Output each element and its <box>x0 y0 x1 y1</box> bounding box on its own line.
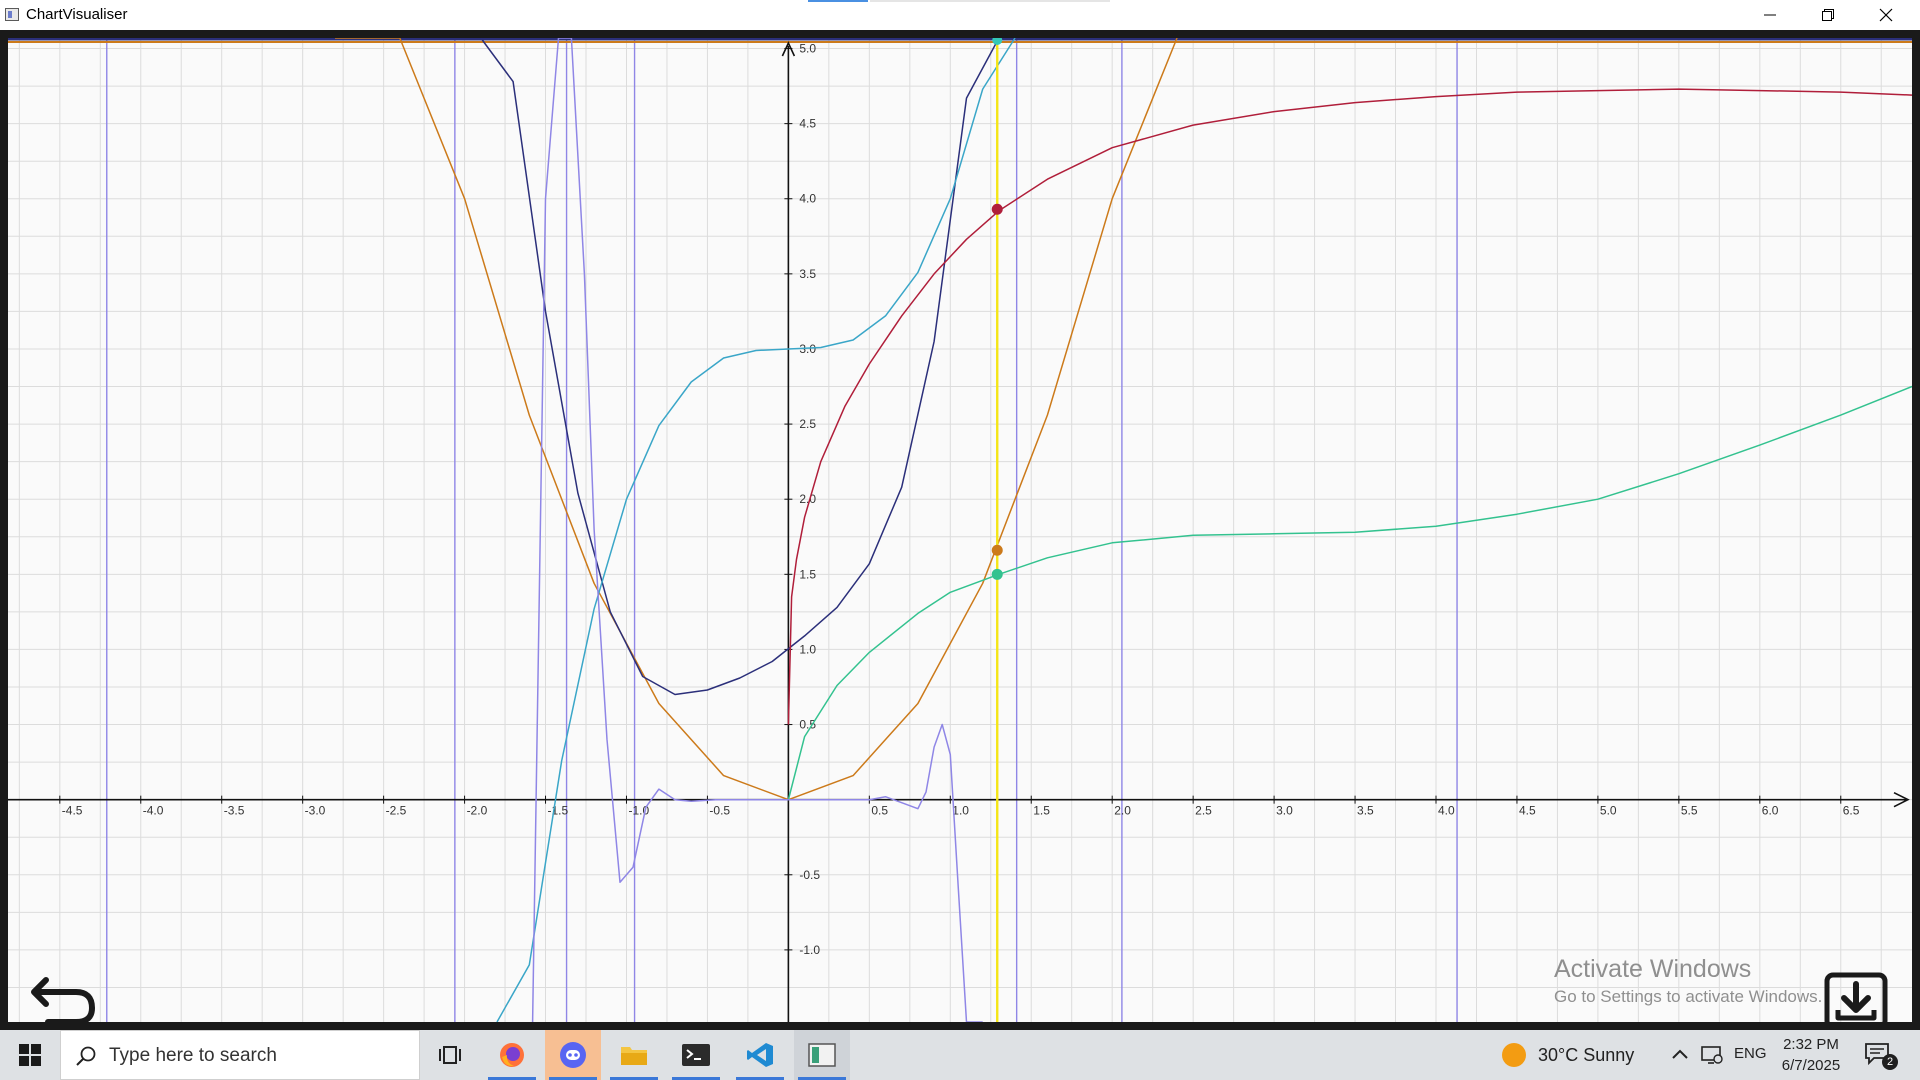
x-tick-label: 2.5 <box>1195 804 1212 818</box>
app-icon <box>5 8 19 21</box>
x-tick-label: 0.5 <box>871 804 888 818</box>
x-tick-label: -3.5 <box>224 804 245 818</box>
function-plot[interactable]: -4.5 -4.0 -3.5 -3.0 -2.5 -2.0 -1.5 -1.0 -0.5 0.5 1… <box>0 30 1920 1030</box>
y-tick-label: 5.0 <box>799 42 816 56</box>
x-tick-label: 1.0 <box>952 804 969 818</box>
x-tick-label: -4.0 <box>143 804 164 818</box>
firefox-icon <box>500 1043 524 1067</box>
window-title: ChartVisualiser <box>26 6 128 23</box>
download-button[interactable] <box>1824 972 1888 1030</box>
activation-watermark: Activate Windows Go to Settings to activ… <box>1554 954 1822 1008</box>
cursor-point[interactable] <box>991 203 1003 215</box>
minimize-button[interactable] <box>1741 0 1799 30</box>
x-tick-label: -3.0 <box>305 804 326 818</box>
x-tick-label: -0.5 <box>709 804 730 818</box>
search-icon <box>76 1046 96 1066</box>
y-tick-label: 0.5 <box>799 718 816 732</box>
y-tick-label: 2.5 <box>799 417 816 431</box>
close-icon <box>1879 8 1893 22</box>
taskbar-app-terminal[interactable] <box>668 1030 724 1080</box>
y-tick-label: 4.0 <box>799 192 816 206</box>
x-tick-label: 4.5 <box>1519 804 1536 818</box>
taskbar-app-file-explorer[interactable] <box>606 1030 662 1080</box>
windows-logo-icon <box>19 1044 41 1066</box>
discord-icon <box>560 1042 586 1068</box>
cursor-point[interactable] <box>991 568 1003 580</box>
x-tick-label: -2.5 <box>386 804 407 818</box>
x-tick-label: 2.0 <box>1114 804 1131 818</box>
watermark-title: Activate Windows <box>1554 955 1752 983</box>
taskbar-app-chartvisualiser[interactable] <box>794 1030 850 1080</box>
restore-button[interactable] <box>1799 0 1857 30</box>
task-view-button[interactable] <box>422 1030 478 1080</box>
vscode-icon <box>747 1043 773 1067</box>
x-tick-label: 6.0 <box>1762 804 1779 818</box>
taskbar-app-vscode[interactable] <box>732 1030 788 1080</box>
taskbar-app-firefox[interactable] <box>484 1030 540 1080</box>
language-indicator[interactable]: ENG <box>1734 1045 1767 1062</box>
y-tick-label: 1.5 <box>799 567 816 581</box>
terminal-icon <box>682 1044 710 1066</box>
undo-icon <box>31 977 95 1025</box>
taskbar: Type here to search 30°C Sunny ENG 2:32 … <box>0 1030 1920 1080</box>
close-button[interactable] <box>1857 0 1915 30</box>
x-tick-label: 6.5 <box>1843 804 1860 818</box>
minimize-icon <box>1764 14 1776 16</box>
start-button[interactable] <box>0 1030 60 1080</box>
x-tick-label: 3.0 <box>1276 804 1293 818</box>
weather-widget[interactable]: 30°C Sunny <box>1502 1030 1634 1080</box>
clock-date: 6/7/2025 <box>1781 1057 1841 1074</box>
clock-time: 2:32 PM <box>1783 1036 1839 1053</box>
x-tick-label: 5.0 <box>1600 804 1617 818</box>
chart-canvas[interactable]: -4.5 -4.0 -3.5 -3.0 -2.5 -2.0 -1.5 -1.0 -0.5 0.5 1… <box>0 30 1920 1030</box>
weather-text: 30°C Sunny <box>1538 1044 1635 1065</box>
y-tick-label: 3.5 <box>799 267 816 281</box>
x-tick-label: 5.5 <box>1681 804 1698 818</box>
taskbar-app-discord[interactable] <box>545 1030 601 1080</box>
cursor-point[interactable] <box>991 544 1003 556</box>
x-tick-label: -2.0 <box>467 804 488 818</box>
y-tick-label: 4.5 <box>799 117 816 131</box>
x-tick-label: -1.5 <box>548 804 569 818</box>
task-view-icon <box>439 1046 461 1064</box>
clock[interactable]: 2:32 PM 6/7/2025 <box>1776 1034 1846 1076</box>
chevron-up-icon[interactable] <box>1668 1043 1692 1067</box>
network-icon[interactable] <box>1700 1043 1724 1067</box>
cursor-handle[interactable] <box>992 35 1003 45</box>
y-tick-label: -1.0 <box>799 943 820 957</box>
watermark-subtitle: Go to Settings to activate Windows. <box>1554 987 1823 1006</box>
y-tick-label: -0.5 <box>799 868 820 882</box>
folder-icon <box>621 1047 647 1065</box>
notification-badge: 2 <box>1882 1054 1898 1070</box>
sun-icon <box>1502 1043 1526 1067</box>
tab-indicator-inactive <box>870 0 1110 2</box>
x-tick-label: -4.5 <box>62 804 83 818</box>
title-bar: ChartVisualiser <box>0 0 1920 30</box>
restore-icon <box>1822 9 1834 21</box>
x-tick-label: 3.5 <box>1357 804 1374 818</box>
tab-indicator <box>808 0 868 2</box>
taskbar-search[interactable]: Type here to search <box>60 1030 420 1080</box>
y-tick-label: 1.0 <box>799 642 816 656</box>
download-icon <box>1824 972 1888 1030</box>
undo-button[interactable] <box>28 970 102 1034</box>
notification-center-button[interactable]: 2 <box>1864 1042 1900 1070</box>
x-tick-label: 4.0 <box>1438 804 1455 818</box>
search-placeholder: Type here to search <box>109 1045 277 1066</box>
x-tick-label: 1.5 <box>1033 804 1050 818</box>
chartvisualiser-app-icon <box>808 1043 836 1067</box>
